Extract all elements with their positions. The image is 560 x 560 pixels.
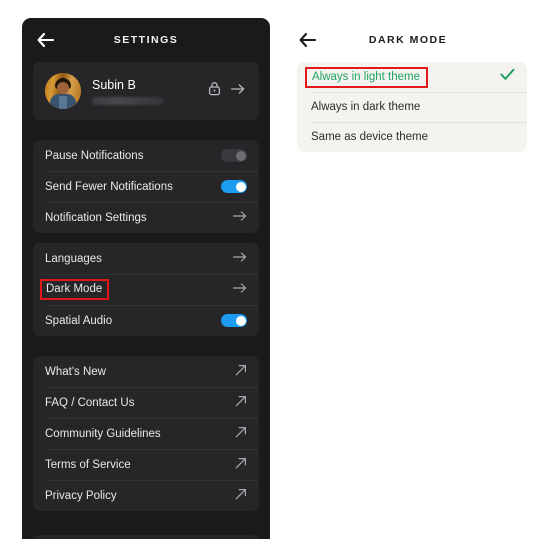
option-always-light-theme[interactable]: Always in light theme [297, 62, 527, 92]
logout-button[interactable]: Log out [33, 535, 259, 539]
row-send-fewer-notifications[interactable]: Send Fewer Notifications [33, 171, 259, 202]
row-label: Languages [45, 252, 102, 265]
spatial-audio-toggle[interactable] [221, 314, 247, 327]
option-same-as-device-theme[interactable]: Same as device theme [297, 122, 527, 152]
row-terms-of-service[interactable]: Terms of Service [33, 449, 259, 480]
external-link-icon [235, 394, 247, 412]
profile-text: Subin B [81, 78, 208, 105]
page-title: SETTINGS [113, 34, 179, 46]
row-label: Notification Settings [45, 211, 147, 224]
row-pause-notifications[interactable]: Pause Notifications [33, 140, 259, 171]
settings-header: SETTINGS [22, 18, 270, 62]
links-group: What's New FAQ / Contact Us Community Gu… [33, 356, 259, 511]
dark-mode-header: DARK MODE [284, 18, 532, 62]
external-link-icon [235, 456, 247, 474]
row-faq-contact-us[interactable]: FAQ / Contact Us [33, 387, 259, 418]
preferences-group: Languages Dark Mode Spatial Audio [33, 243, 259, 336]
profile-handle-redacted [92, 96, 164, 105]
group-divider [22, 346, 270, 356]
option-label: Same as device theme [311, 131, 428, 143]
row-label-dark-mode-highlighted: Dark Mode [40, 279, 110, 300]
back-arrow-icon[interactable] [35, 30, 55, 50]
arrow-right-icon [233, 281, 247, 299]
external-link-icon [235, 425, 247, 443]
row-privacy-policy[interactable]: Privacy Policy [33, 480, 259, 511]
option-label-highlighted: Always in light theme [305, 66, 429, 88]
pause-notifications-toggle[interactable] [221, 149, 247, 162]
row-label: Terms of Service [45, 458, 131, 471]
notifications-group: Pause Notifications Send Fewer Notificat… [33, 140, 259, 233]
logout-wrapper: Log out [22, 531, 270, 539]
profile-row[interactable]: Subin B [33, 62, 259, 120]
option-always-dark-theme[interactable]: Always in dark theme [297, 92, 527, 122]
row-whats-new[interactable]: What's New [33, 356, 259, 387]
row-spatial-audio[interactable]: Spatial Audio [33, 305, 259, 336]
group-divider [22, 130, 270, 140]
screenshot-root: SETTINGS Subin B Pause Notifications Sen… [0, 0, 560, 560]
profile-name: Subin B [92, 77, 136, 92]
row-dark-mode[interactable]: Dark Mode [33, 274, 259, 305]
external-link-icon [235, 487, 247, 505]
profile-card[interactable]: Subin B [33, 62, 259, 120]
option-label: Always in dark theme [311, 101, 421, 113]
profile-icons [208, 81, 247, 101]
dark-mode-screen: DARK MODE Always in light theme Always i… [284, 18, 532, 178]
row-notification-settings[interactable]: Notification Settings [33, 202, 259, 233]
row-languages[interactable]: Languages [33, 243, 259, 274]
theme-options-card: Always in light theme Always in dark the… [297, 62, 527, 152]
settings-screen: SETTINGS Subin B Pause Notifications Sen… [22, 18, 270, 539]
row-label: Spatial Audio [45, 314, 113, 327]
arrow-right-icon [233, 250, 247, 268]
row-label: Send Fewer Notifications [45, 180, 173, 193]
back-arrow-icon[interactable] [297, 30, 317, 50]
row-label: Pause Notifications [45, 149, 144, 162]
arrow-right-icon[interactable] [230, 82, 245, 100]
group-divider [22, 521, 270, 531]
row-label: What's New [45, 365, 106, 378]
row-community-guidelines[interactable]: Community Guidelines [33, 418, 259, 449]
arrow-right-icon [233, 209, 247, 227]
avatar [45, 73, 81, 109]
row-label: Privacy Policy [45, 489, 117, 502]
row-label: Community Guidelines [45, 427, 161, 440]
lock-icon[interactable] [208, 81, 221, 101]
check-icon [500, 68, 515, 86]
external-link-icon [235, 363, 247, 381]
send-fewer-notifications-toggle[interactable] [221, 180, 247, 193]
page-title: DARK MODE [368, 34, 448, 46]
row-label: FAQ / Contact Us [45, 396, 135, 409]
